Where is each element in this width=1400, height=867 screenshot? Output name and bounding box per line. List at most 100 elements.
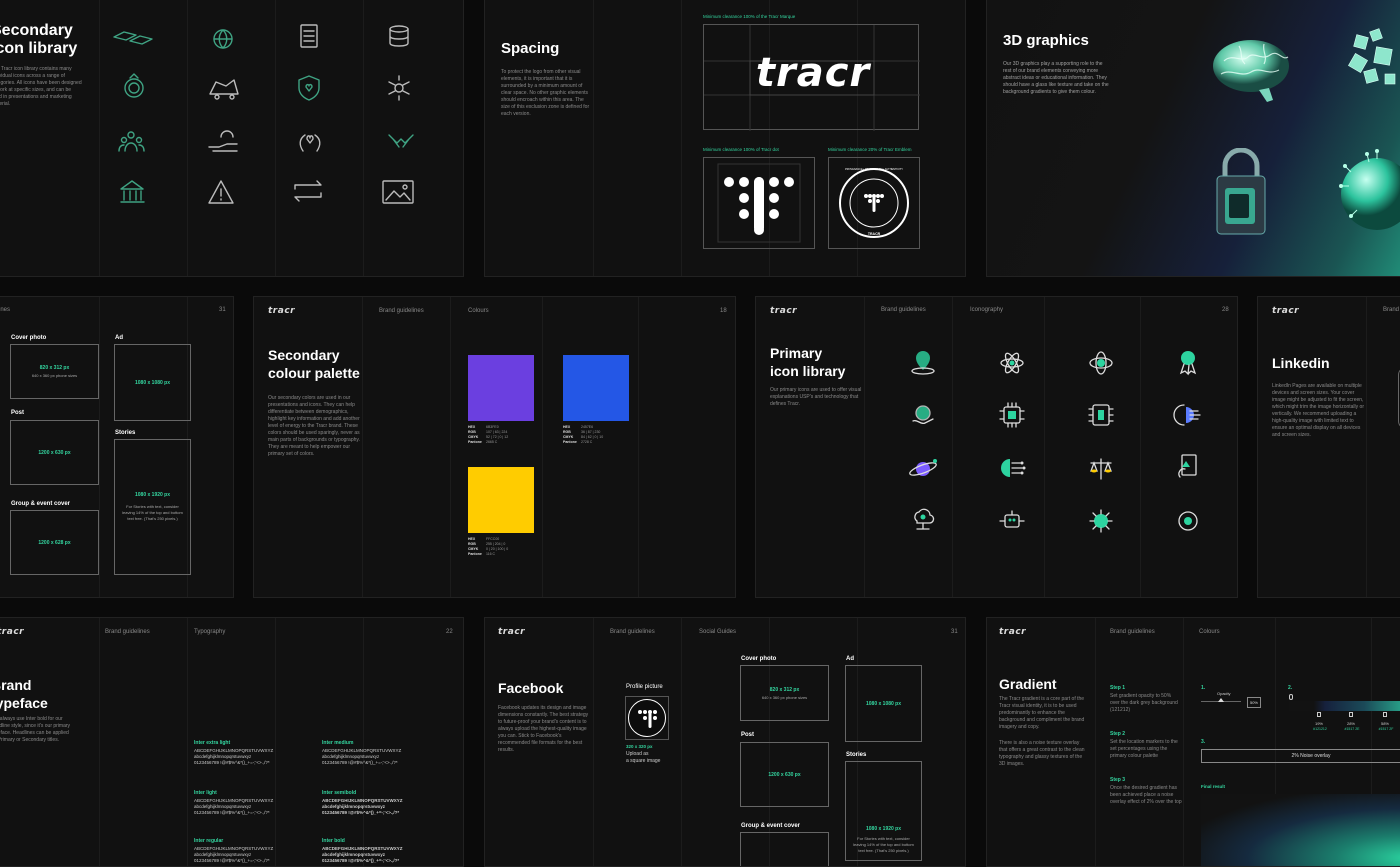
colour-swatch [468, 467, 534, 533]
type-sample-nums: 0123456789 !@#$%^&*()_+=-;'<>.,/?* [194, 858, 270, 863]
colour-swatch [563, 355, 629, 421]
tracr-logo: tracr [999, 627, 1027, 637]
type-weight-label: Inter medium [322, 740, 354, 746]
ring-icon [124, 73, 144, 98]
header-section: ines [0, 307, 11, 313]
gradient-stop-code: #1517 2E [1344, 727, 1360, 731]
community-icon [118, 131, 145, 152]
swatch-values: HEX FFCC00 RGB 255 | 204 | 0 CMYK 0 | 20 | 10… [468, 537, 509, 556]
slide-body: Our primary icons are used to offer visu… [770, 387, 862, 407]
type-sample-nums: 0123456789 !@#$%^&*()_+=-;'<>.,/?* [322, 858, 400, 863]
glass-cubes-image [1348, 28, 1396, 85]
cycle-arrows-icon [294, 180, 322, 202]
step-1-title: Step 1 [1110, 685, 1126, 691]
page-number: 31 [951, 629, 958, 635]
slide-body: To protect the logo from other visual el… [501, 69, 590, 117]
page-number: 28 [1222, 307, 1229, 313]
opacity-value[interactable]: 50% [1247, 697, 1261, 708]
header-section: Colours [1199, 629, 1220, 635]
robot-icon [999, 510, 1025, 528]
marque-caption: Minimum clearance 100% of the Tracr Marq… [703, 14, 796, 19]
hands-heart-icon [299, 134, 321, 152]
mine-cart-icon [209, 79, 239, 100]
cover-photo-guide: 820 x 312 px 640 x 360 px phone sizes [740, 665, 829, 721]
slide-primary-icon-library: tracr Brand guidelines Iconography 28 Pr… [755, 296, 1238, 598]
type-sample-nums: 0123456789 !@#$%^&*()_+=-;'<>.,/?* [194, 810, 270, 815]
ad-label: Ad [115, 335, 123, 341]
slide-body: Our secondary colors are used in our pre… [268, 395, 360, 457]
slide-title: Brandtypeface [0, 677, 48, 711]
tracr-logo: tracr [770, 306, 798, 316]
post-guide: 1200 x 630 px [740, 742, 829, 807]
group-cover-label: Group & event cover [11, 501, 71, 507]
header-brand: Brand guidelines [610, 629, 655, 635]
bank-icon [120, 180, 145, 203]
gradient-stop-marker[interactable] [1383, 712, 1387, 717]
profile-note-1: Upload as [626, 751, 649, 757]
slide-secondary-icon-library: Secondaryicon library The Tracr icon lib… [0, 0, 464, 277]
opacity-label: Opacity [1217, 691, 1231, 696]
header-section: Iconography [970, 307, 1004, 313]
emblem-ring-text: PROVENANCE • TRACEABILITY • AUTHENTICITY [845, 168, 903, 171]
document-drop-icon [1178, 454, 1197, 478]
dot-caption: Minimum clearance 100% of Tracr dot [703, 147, 779, 152]
post-label: Post [11, 410, 25, 416]
final-result-label: Final result [1201, 784, 1226, 789]
slide-spacing: Spacing To protect the logo from other v… [484, 0, 966, 277]
virus-icon [1089, 509, 1113, 533]
tracr-logo: tracr [0, 627, 25, 637]
post-label: Post [741, 732, 755, 738]
swatch-values: HEX 6B3FE0 RGB 107 | 63 | 224 CMYK 52 | 72 | … [468, 425, 509, 444]
group-cover-guide [740, 832, 829, 866]
stories-guide: 1080 x 1920 px For Stories with text, con… [114, 439, 191, 575]
header-section: Social Guides [699, 629, 737, 635]
glass-padlock-image [1216, 148, 1266, 235]
glass-brain-image [1213, 40, 1289, 102]
slide-linkedin: tracr Brand Linkedin LinkedIn Pages are … [1257, 296, 1400, 598]
page-number: 31 [219, 307, 226, 313]
tracr-dot-mark [717, 163, 801, 243]
brain-scan-icon [1173, 404, 1201, 426]
cover-photo-label: Cover photo [11, 335, 47, 341]
type-sample-nums: 0123456789 !@#$%^&*()_+=-;'<>.,/?* [322, 760, 398, 765]
page-number: 18 [720, 308, 727, 314]
slide-body-2: There is also a noise texture overlay th… [999, 740, 1085, 767]
globe-icon [213, 29, 233, 49]
n2-label: 2. [1288, 685, 1293, 691]
page-number: 22 [446, 629, 453, 635]
type-weight-label: Inter extra light [194, 740, 231, 746]
cloud-network-icon [914, 508, 935, 530]
slide-body: We always use Inter bold for our headlin… [0, 716, 71, 743]
slide-title: Spacing [501, 40, 560, 57]
step-3-body: Once the desired gradient has been achie… [1110, 785, 1182, 805]
slide-3d-graphics: 3D graphics Our 3D graphics play a suppo… [986, 0, 1400, 277]
slide-title: Secondary colour palette [268, 347, 360, 381]
ad-label: Ad [846, 656, 854, 662]
slide-body: LinkedIn Pages are available on multiple… [1272, 383, 1364, 438]
step-2-title: Step 2 [1110, 731, 1126, 737]
gradient-stop-marker[interactable] [1317, 712, 1321, 717]
ad-guide: 1080 x 1080 px [845, 665, 922, 742]
slide-colour-palette: tracr Brand guidelines Colours 18 Second… [253, 296, 736, 598]
stories-guide: 1080 x 1920 px For Stories with text, con… [845, 761, 922, 861]
orbit-planet-icon [909, 459, 937, 476]
header-section: Typography [194, 629, 226, 635]
tracr-dot-mark [638, 710, 657, 728]
hand-sun-icon [208, 130, 238, 152]
atom-icon [1000, 352, 1024, 374]
opacity-slider[interactable] [1201, 698, 1241, 702]
handshake-icon [388, 134, 414, 148]
emblem-clearance-box: PROVENANCE • TRACEABILITY • AUTHENTICITY… [828, 157, 920, 249]
gradient-start-pin[interactable] [1289, 694, 1293, 700]
gradient-stop-percent: 28% [1346, 721, 1355, 726]
cell-icon [1178, 511, 1198, 531]
dot-clearance-box [703, 157, 815, 249]
warning-icon [208, 180, 234, 204]
slide-title: Linkedin [1272, 355, 1330, 371]
gradient-stop-marker[interactable] [1349, 712, 1353, 717]
gradient-bar [1289, 701, 1400, 711]
group-cover-guide: 1200 x 628 px [10, 510, 99, 575]
shield-heart-icon [298, 75, 320, 101]
slide-body: The Tracr icon library contains many ind… [0, 66, 82, 107]
opacity-thumb[interactable] [1218, 698, 1224, 702]
